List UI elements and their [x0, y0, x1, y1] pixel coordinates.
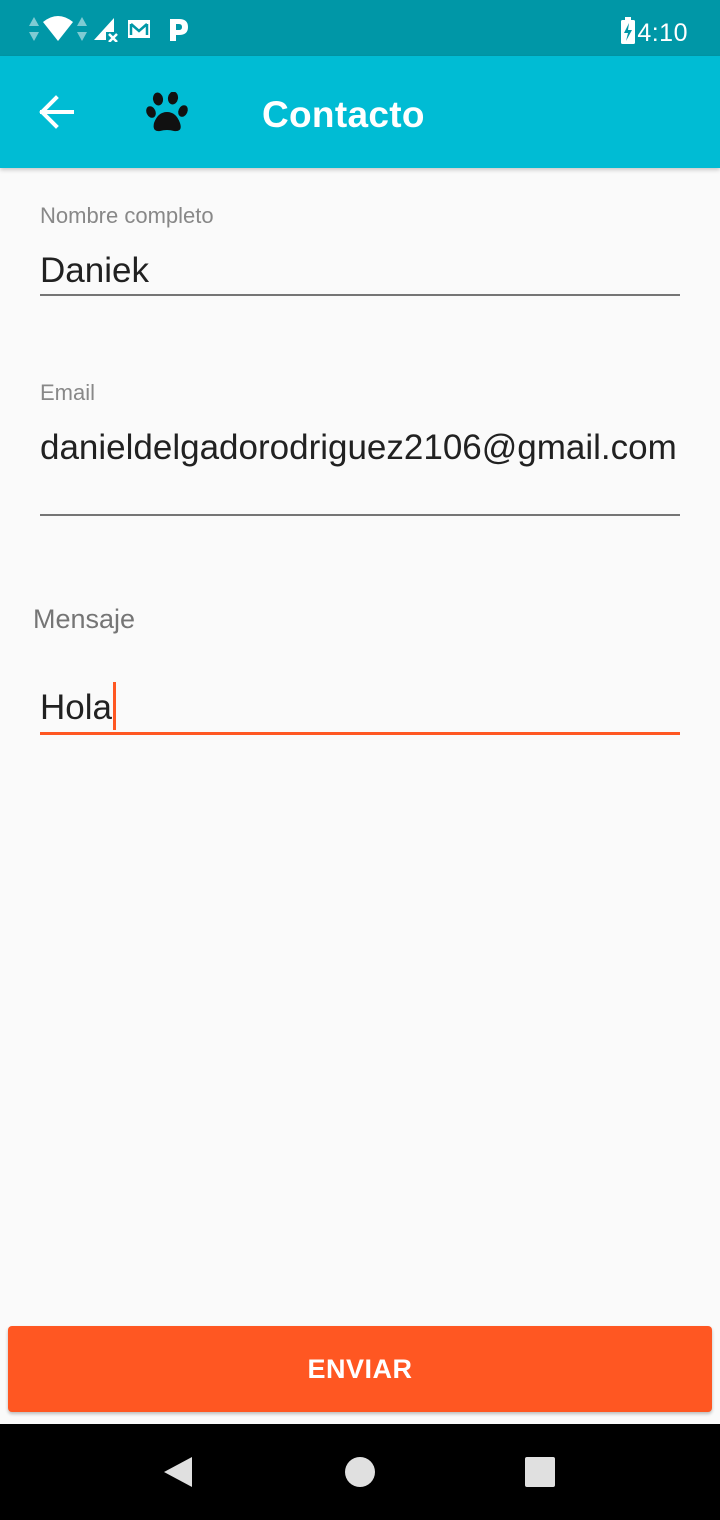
send-button-label: ENVIAR — [307, 1353, 413, 1384]
full-name-input[interactable]: Daniek — [40, 250, 149, 292]
send-button[interactable]: ENVIAR — [8, 1326, 712, 1412]
message-label: Mensaje — [33, 604, 136, 634]
data-arrows-icon — [29, 17, 39, 41]
nav-back-icon[interactable] — [162, 1455, 194, 1489]
email-underline — [40, 514, 680, 516]
email-label: Email — [40, 380, 96, 405]
message-text: Hola — [40, 688, 112, 727]
screen: 4:10 Contacto Nombre completo Daniek Ema… — [0, 0, 720, 1520]
text-cursor — [112, 681, 116, 730]
message-input[interactable]: Hola — [40, 681, 116, 730]
nav-recents-icon[interactable] — [524, 1456, 556, 1488]
full-name-underline — [40, 294, 680, 296]
system-nav-bar — [0, 1424, 720, 1520]
full-name-field[interactable]: Nombre completo Daniek — [40, 0, 680, 300]
full-name-label: Nombre completo — [40, 203, 214, 228]
email-input[interactable]: danieldelgadorodriguez2106@gmail.com — [40, 427, 680, 469]
nav-home-icon[interactable] — [344, 1456, 376, 1488]
message-underline-focused — [40, 732, 680, 735]
